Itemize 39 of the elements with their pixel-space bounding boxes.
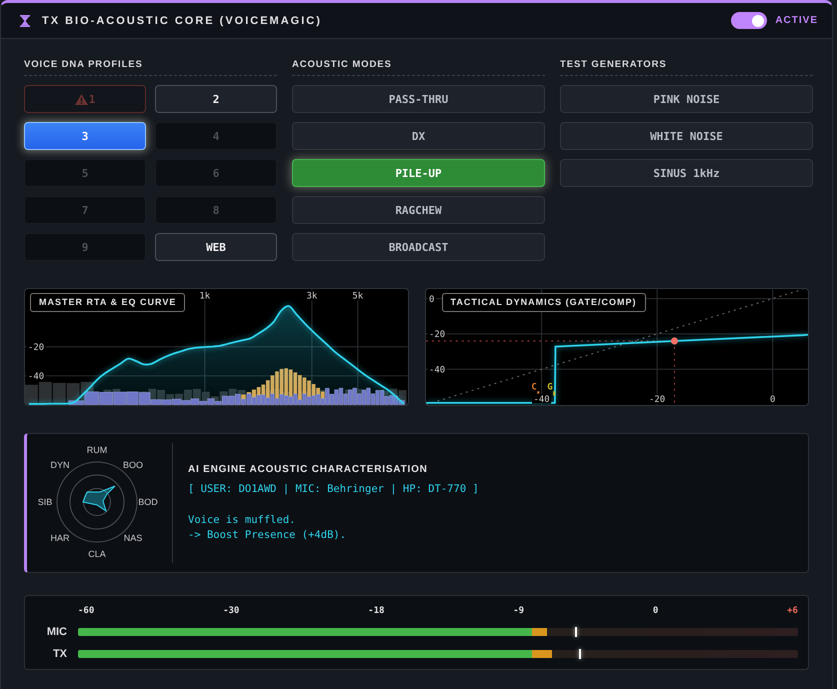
scale-label: -9 (513, 605, 524, 617)
section-heading: VOICE DNA PROFILES (24, 59, 277, 76)
chart-title: TACTICAL DYNAMICS (GATE/COMP) (442, 293, 646, 312)
axis-label: BOO (123, 460, 143, 470)
axis-label: -20 (26, 342, 46, 353)
scale-label: -18 (368, 605, 384, 617)
section-heading: TEST GENERATORS (560, 59, 813, 76)
marker-label: C (530, 382, 536, 393)
panel-title: TX BIO-ACOUSTIC CORE (VOICEMAGIC) (42, 14, 322, 26)
status-label: ACTIVE (775, 15, 818, 26)
axis-label: RUM (86, 445, 108, 455)
axis-label: 3k (305, 290, 319, 302)
analysis-heading: AI ENGINE ACOUSTIC CHARACTERISATION (188, 463, 429, 477)
axis-label: BOD (138, 497, 158, 507)
axis-label: -40 (427, 364, 446, 376)
channel-label: TX (52, 647, 67, 661)
axis-label: -20 (427, 328, 446, 340)
scale-label: -30 (223, 605, 240, 617)
axis-label: SIB (38, 497, 52, 507)
axis-label: -40 (532, 394, 551, 405)
marker-label: G (546, 382, 552, 393)
axis-label: DYN (50, 460, 70, 470)
axis-label: 0 (768, 394, 776, 405)
scale-label: 0 (652, 605, 658, 617)
channel-label: MIC (46, 625, 67, 639)
analysis-message: Voice is muffled. (188, 513, 296, 528)
session-info: [ USER: DO1AWD | MIC: Behringer | HP: DT-770 ] (188, 482, 479, 497)
axis-label: -40 (26, 370, 46, 382)
axis-label: NAS (124, 533, 142, 543)
scale-label: -60 (78, 605, 94, 617)
section-heading: ACOUSTIC MODES (292, 59, 545, 76)
axis-label: 0 (427, 294, 436, 305)
analysis-message: -> Boost Presence (+4dB). (188, 528, 348, 543)
chart-title: MASTER RTA & EQ CURVE (30, 293, 186, 312)
axis-label: HAR (50, 533, 70, 543)
axis-label: 5k (350, 290, 365, 302)
axis-label: 1k (198, 290, 212, 302)
axis-label: CLA (88, 549, 106, 559)
scale-label: +6 (787, 605, 798, 617)
